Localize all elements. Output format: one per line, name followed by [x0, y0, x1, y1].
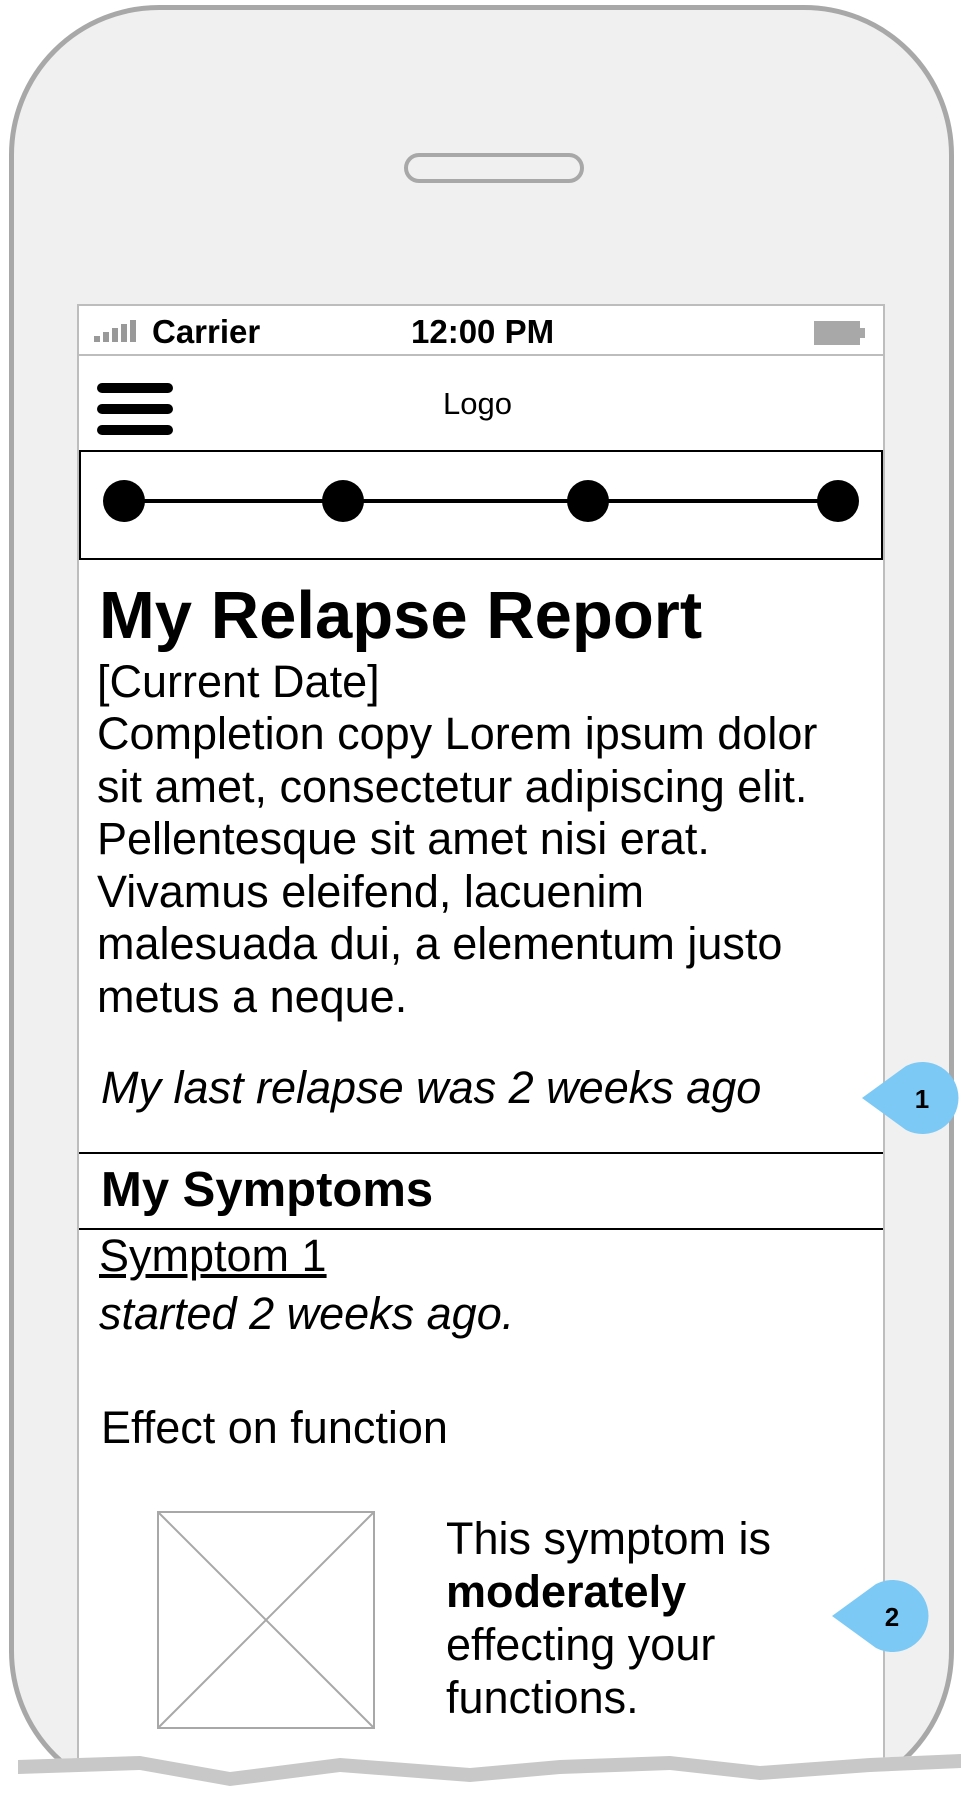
progress-step-3[interactable]	[567, 480, 609, 522]
last-relapse-text: My last relapse was 2 weeks ago	[101, 1062, 762, 1113]
divider	[79, 1152, 883, 1154]
callout-label-2: 2	[885, 1602, 899, 1632]
completion-copy: Completion copy Lorem ipsum dolor sit am…	[97, 708, 818, 1022]
carrier-label: Carrier	[152, 313, 261, 350]
app-header: Logo	[79, 354, 883, 452]
symptoms-heading: My Symptoms	[101, 1163, 434, 1217]
severity-text: This symptom is moderately effecting you…	[446, 1512, 846, 1724]
effect-on-function-label: Effect on function	[101, 1402, 448, 1453]
logo: Logo	[443, 386, 512, 421]
severity-level: moderately	[446, 1566, 687, 1617]
phone-speaker	[404, 153, 584, 183]
torn-edge	[18, 1754, 961, 1816]
progress-step-2[interactable]	[322, 480, 364, 522]
severity-suffix: effecting your functions.	[446, 1619, 716, 1723]
callout-marker-1: 1	[862, 1062, 959, 1134]
symptom-link[interactable]: Symptom 1	[99, 1230, 327, 1282]
battery-icon	[814, 321, 865, 345]
status-bar: Carrier 12:00 PM	[79, 306, 883, 354]
progress-step-4[interactable]	[817, 480, 859, 522]
image-placeholder	[157, 1511, 375, 1729]
signal-icon	[94, 320, 136, 342]
page-title: My Relapse Report	[99, 578, 703, 653]
callout-marker-2: 2	[832, 1580, 929, 1652]
phone-screen: Carrier 12:00 PM Logo My Relapse Report …	[77, 304, 885, 1811]
status-time: 12:00 PM	[411, 313, 555, 350]
progress-step-1[interactable]	[103, 480, 145, 522]
severity-prefix: This symptom is	[446, 1513, 772, 1564]
hamburger-menu-icon[interactable]	[97, 383, 173, 435]
current-date: [Current Date]	[97, 656, 380, 707]
callout-label-1: 1	[915, 1084, 929, 1114]
symptom-started-text: started 2 weeks ago.	[99, 1288, 515, 1339]
progress-stepper	[79, 452, 883, 560]
